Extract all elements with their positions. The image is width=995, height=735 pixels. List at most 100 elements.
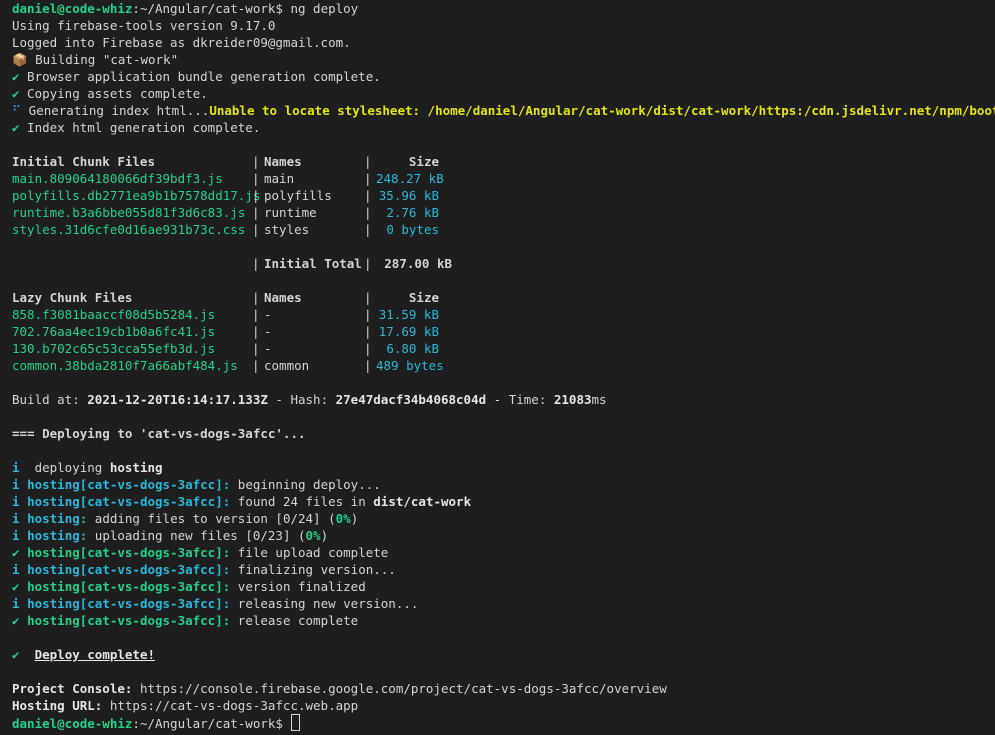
chunk-name: -: [264, 341, 272, 356]
table-separator: |: [364, 256, 372, 271]
hosting-tag: hosting[cat-vs-dogs-3afcc]:: [27, 613, 231, 628]
chunk-file-name: runtime.b3a6bbe055d81f3d6c83.js: [12, 205, 246, 220]
deploy-complete-text: Deploy complete!: [34, 647, 156, 662]
table-separator: |: [252, 154, 260, 169]
table-separator: |: [364, 324, 372, 339]
deploy-line: i hosting[cat-vs-dogs-3afcc]: finalizing…: [12, 561, 995, 578]
table-row: 130.b702c65c53cca55efb3d.js | - | 6.80 kB: [12, 340, 995, 357]
deploy-line: i hosting: adding files to version [0/24…: [12, 510, 995, 527]
table-row: runtime.b3a6bbe055d81f3d6c83.js | runtime |…: [12, 204, 995, 221]
info-icon: i: [12, 460, 20, 475]
table-separator: |: [364, 154, 372, 169]
initial-total-label: Initial Total: [264, 256, 362, 271]
column-header-names: Names: [264, 290, 302, 305]
percent-value: 0%: [335, 511, 351, 526]
prompt-symbol: $: [275, 1, 283, 16]
deploy-line: ✔ hosting[cat-vs-dogs-3afcc]: file uploa…: [12, 544, 995, 561]
output-text: releasing new version...: [230, 596, 419, 611]
table-row: main.809064180066df39bdf3.js | main | 248.27…: [12, 170, 995, 187]
check-icon: ✔: [12, 120, 20, 135]
prompt-user-host: daniel@code-whiz: [12, 1, 133, 16]
table-row: 858.f3081baaccf08d5b5284.js | - | 31.59 kB: [12, 306, 995, 323]
output-text: finalizing version...: [230, 562, 396, 577]
column-header-size: Size: [408, 154, 439, 169]
chunk-name: styles: [264, 222, 310, 237]
table-separator: |: [364, 205, 372, 220]
build-summary-line: Build at: 2021-12-20T16:14:17.133Z - Has…: [12, 391, 995, 408]
chunk-size: 31.59 kB: [378, 307, 439, 322]
cursor[interactable]: [291, 714, 301, 731]
output-line: ✔ Index html generation complete.: [12, 119, 995, 136]
deploy-line: ✔ hosting[cat-vs-dogs-3afcc]: version fi…: [12, 578, 995, 595]
output-line: ⠋ Generating index html...Unable to loca…: [12, 102, 995, 119]
table-separator: |: [252, 222, 260, 237]
check-icon: ✔: [12, 613, 20, 628]
initial-table-rows: main.809064180066df39bdf3.js | main | 248.27…: [12, 170, 995, 238]
warning-text: Unable to locate stylesheet: /home/danie…: [209, 103, 995, 118]
chunk-file-name: 130.b702c65c53cca55efb3d.js: [12, 341, 216, 356]
prompt-line: daniel@code-whiz:~/Angular/cat-work$: [12, 714, 995, 731]
table-separator: |: [252, 307, 260, 322]
prompt-line: daniel@code-whiz:~/Angular/cat-work$ ng …: [12, 0, 995, 17]
project-console-label: Project Console:: [12, 681, 133, 696]
chunk-name: main: [264, 171, 295, 186]
table-separator: |: [252, 188, 260, 203]
table-separator: |: [364, 358, 372, 373]
chunk-size: 0 bytes: [386, 222, 439, 237]
info-icon: i: [12, 596, 20, 611]
output-text: ): [350, 511, 359, 526]
table-separator: |: [252, 341, 260, 356]
chunk-name: common: [264, 358, 310, 373]
check-icon: ✔: [12, 647, 20, 662]
terminal-window[interactable]: daniel@code-whiz:~/Angular/cat-work$ ng …: [0, 0, 995, 735]
build-at-value: 2021-12-20T16:14:17.133Z: [87, 392, 268, 407]
hosting-tag: hosting[cat-vs-dogs-3afcc]:: [27, 579, 231, 594]
project-console-line: Project Console: https://console.firebas…: [12, 680, 995, 697]
table-separator: |: [252, 290, 260, 305]
hash-value: 27e47dacf34b4068c04d: [335, 392, 487, 407]
table-separator: |: [364, 222, 372, 237]
hosting-tag: hosting[cat-vs-dogs-3afcc]:: [27, 477, 231, 492]
check-icon: ✔: [12, 579, 20, 594]
check-icon: ✔: [12, 69, 20, 84]
time-label: - Time:: [486, 392, 554, 407]
table-separator: |: [252, 358, 260, 373]
table-separator: |: [252, 171, 260, 186]
chunk-file-name: styles.31d6cfe0d16ae931b73c.css: [12, 222, 246, 237]
project-console-url[interactable]: https://console.firebase.google.com/proj…: [132, 681, 667, 696]
hosting-tag: hosting[cat-vs-dogs-3afcc]:: [27, 562, 231, 577]
prompt-path: :~/Angular/cat-work: [132, 716, 276, 731]
table-separator: |: [364, 171, 372, 186]
output-line: ✔ Copying assets complete.: [12, 85, 995, 102]
chunk-size: 17.69 kB: [378, 324, 439, 339]
deploy-line: ✔ hosting[cat-vs-dogs-3afcc]: release co…: [12, 612, 995, 629]
output-text: release complete: [230, 613, 359, 628]
info-icon: i: [12, 511, 20, 526]
hosting-url[interactable]: https://cat-vs-dogs-3afcc.web.app: [102, 698, 358, 713]
prompt-user-host: daniel@code-whiz: [12, 716, 133, 731]
deploy-line: i deploying hosting: [12, 459, 995, 476]
chunk-name: -: [264, 324, 272, 339]
chunk-name: polyfills: [264, 188, 332, 203]
initial-table-header: Initial Chunk Files | Names | Size: [12, 153, 995, 170]
table-separator: |: [252, 324, 260, 339]
package-icon: 📦: [12, 52, 28, 67]
deploying-heading: === Deploying to 'cat-vs-dogs-3afcc'...: [12, 426, 306, 441]
output-text: Building "cat-work": [27, 52, 179, 67]
output-line: 📦 Building "cat-work": [12, 51, 995, 68]
percent-value: 0%: [305, 528, 321, 543]
spinner-icon: ⠋: [12, 103, 22, 118]
info-icon: i: [12, 494, 20, 509]
chunk-file-name: 702.76aa4ec19cb1b0a6fc41.js: [12, 324, 216, 339]
column-header-size: Size: [408, 290, 439, 305]
table-separator: |: [364, 307, 372, 322]
chunk-size: 489 bytes: [376, 358, 444, 373]
output-text: beginning deploy...: [230, 477, 381, 492]
